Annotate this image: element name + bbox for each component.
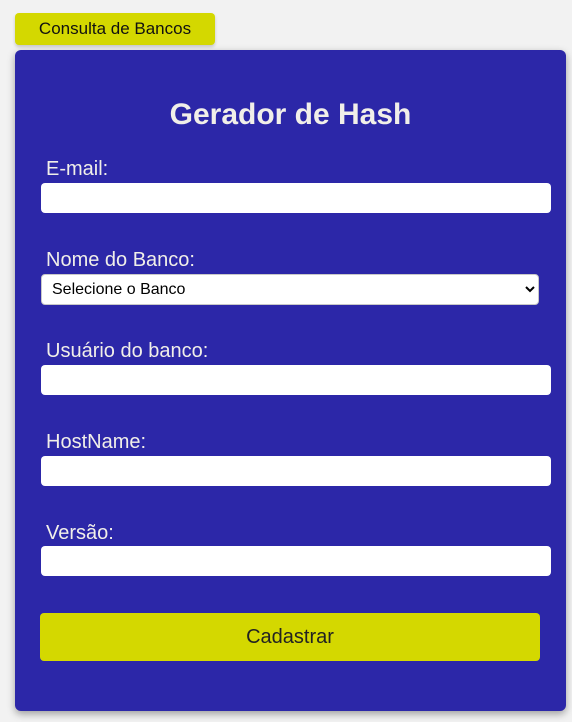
email-field[interactable] (41, 183, 551, 213)
hostname-label: HostName: (46, 431, 147, 453)
page-title: Gerador de Hash (169, 98, 412, 131)
usuario-field[interactable] (41, 365, 551, 395)
versao-label: Versão: (46, 522, 114, 544)
hash-generator-card: Gerador de Hash E-mail: Nome do Banco: S… (15, 50, 566, 711)
email-label: E-mail: (46, 158, 109, 180)
versao-field[interactable] (41, 546, 551, 576)
hostname-field[interactable] (41, 456, 551, 486)
consulta-bancos-button[interactable]: Consulta de Bancos (15, 13, 215, 45)
banco-select[interactable]: Selecione o Banco (41, 274, 539, 305)
usuario-label: Usuário do banco: (46, 340, 209, 362)
banco-label: Nome do Banco: (46, 249, 195, 271)
cadastrar-button[interactable]: Cadastrar (40, 613, 540, 661)
